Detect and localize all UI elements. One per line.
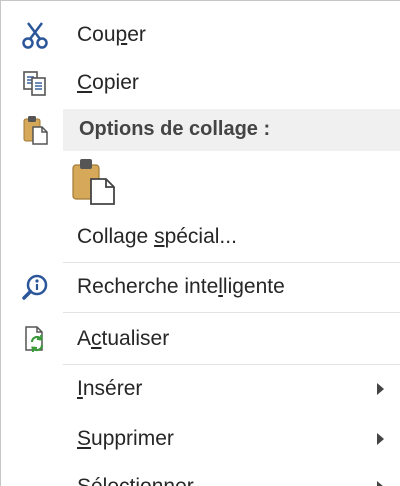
submenu-arrow-icon — [377, 481, 384, 486]
menu-item-delete[interactable]: Supprimer — [1, 419, 400, 459]
menu-item-copy[interactable]: Copier — [1, 63, 400, 103]
menu-item-insert-label: Insérer — [77, 377, 143, 400]
submenu-arrow-icon — [377, 433, 384, 445]
submenu-arrow-icon — [377, 383, 384, 395]
paste-button[interactable] — [69, 157, 121, 207]
menu-item-select[interactable]: Sélectionner — [1, 467, 400, 486]
menu-item-cut-label: Couper — [77, 23, 146, 46]
menu-separator — [63, 312, 400, 313]
refresh-page-icon — [17, 321, 53, 357]
menu-item-refresh-label: Actualiser — [77, 327, 170, 350]
copy-icon — [17, 65, 53, 101]
clipboard-icon — [69, 157, 121, 212]
menu-item-select-label: Sélectionner — [77, 475, 194, 486]
scissors-icon — [17, 17, 53, 53]
menu-item-paste-special[interactable]: Collage spécial... — [1, 217, 400, 257]
menu-item-delete-label: Supprimer — [77, 427, 174, 450]
context-menu: Couper Copier Options de collage: Colla… — [0, 0, 400, 486]
menu-item-copy-label: Copier — [77, 71, 139, 94]
menu-item-insert[interactable]: Insérer — [1, 369, 400, 409]
menu-item-paste-special-label: Collage spécial... — [77, 225, 237, 248]
menu-item-smart-lookup-label: Recherche intelligente — [77, 275, 285, 298]
menu-item-smart-lookup[interactable]: Recherche intelligente — [1, 267, 400, 307]
paste-options-header: Options de collage : — [63, 109, 400, 151]
menu-separator — [63, 262, 400, 263]
menu-separator — [63, 364, 400, 365]
lightbulb-search-icon — [17, 269, 53, 305]
menu-item-cut[interactable]: Couper — [1, 15, 400, 55]
menu-item-refresh[interactable]: Actualiser — [1, 319, 400, 359]
clipboard-icon — [17, 112, 53, 148]
paste-options-title: Options de collage : — [79, 118, 271, 140]
